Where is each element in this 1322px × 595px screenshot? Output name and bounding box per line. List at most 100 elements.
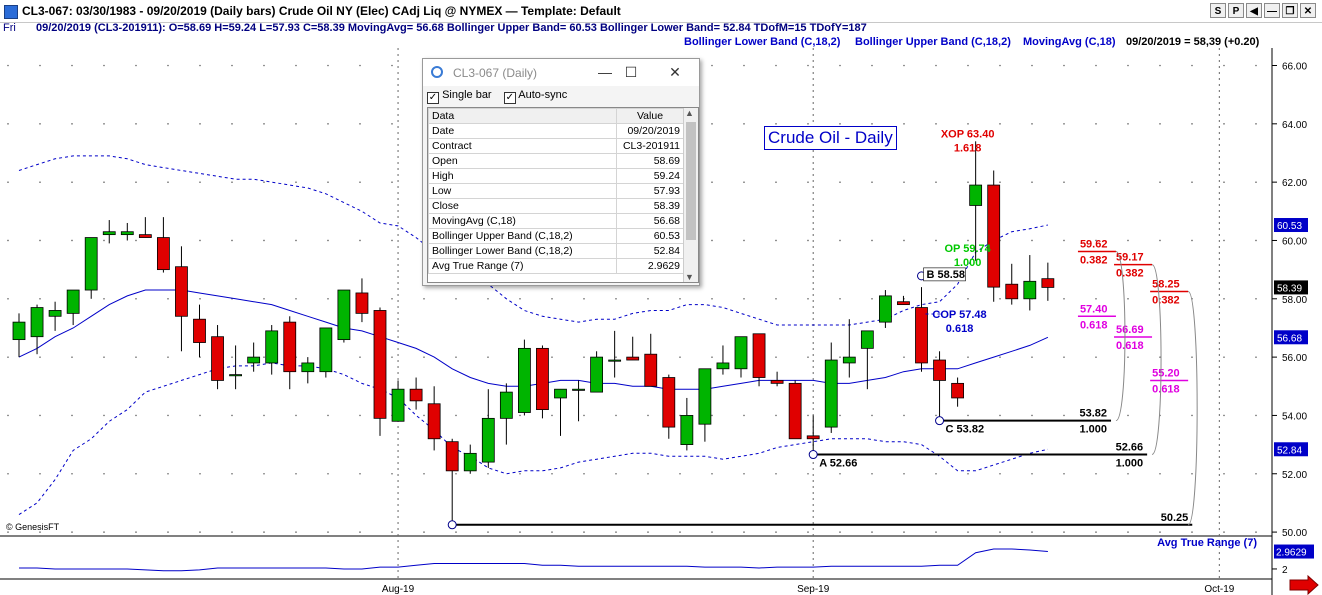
grid-dot xyxy=(711,239,713,242)
grid-dot xyxy=(391,531,393,533)
grid-dot xyxy=(1095,64,1097,67)
grid-dot xyxy=(967,64,969,67)
grid-dot xyxy=(199,123,201,125)
grid-dot xyxy=(1031,472,1033,475)
grid-dot xyxy=(999,181,1001,183)
maximize-button[interactable]: ❐ xyxy=(1282,3,1298,18)
row-key: Date xyxy=(428,123,617,139)
minimize-icon[interactable]: — xyxy=(595,63,615,81)
close-icon[interactable]: ✕ xyxy=(665,63,685,81)
atr-label: Avg True Range (7) xyxy=(1157,537,1257,549)
close-button[interactable]: ✕ xyxy=(1300,3,1316,18)
x-tick-label: Oct-19 xyxy=(1204,584,1234,595)
op-ratio: 1.000 xyxy=(954,257,982,269)
grid-dot xyxy=(743,64,745,67)
auto-sync-checkbox[interactable]: ✓ xyxy=(503,92,516,104)
candle-body xyxy=(481,417,495,463)
row-value: 52.84 xyxy=(616,243,684,259)
candle-body xyxy=(12,321,26,341)
grid-dot xyxy=(839,239,841,242)
grid-dot xyxy=(711,123,713,125)
table-row[interactable]: Date 09/20/2019 xyxy=(428,123,684,139)
atr-tick-label: 2 xyxy=(1282,565,1288,576)
snapshot-button[interactable]: S xyxy=(1210,3,1226,18)
grid-dot xyxy=(455,414,457,417)
scroll-up-icon[interactable]: ▲ xyxy=(685,108,694,118)
candle-body xyxy=(951,382,964,399)
candle-body xyxy=(175,266,188,317)
grid-dot xyxy=(679,531,681,533)
table-row[interactable]: Open 58.69 xyxy=(428,153,684,169)
candle-body xyxy=(860,330,874,349)
candle-body xyxy=(138,234,152,238)
grid-dot xyxy=(775,356,777,358)
table-row[interactable]: High 59.24 xyxy=(428,168,684,184)
grid-dot xyxy=(1031,531,1033,533)
data-window-titlebar[interactable]: CL3-067 (Daily) — ☐ ✕ xyxy=(423,59,699,86)
grid-dot xyxy=(679,356,681,358)
table-row[interactable]: Low 57.93 xyxy=(428,183,684,199)
data-window[interactable]: CL3-067 (Daily) — ☐ ✕ ✓ Single bar ✓ Aut… xyxy=(422,58,700,286)
scroll-down-icon[interactable]: ▼ xyxy=(685,272,694,282)
table-row[interactable]: Bollinger Upper Band (C,18,2) 60.53 xyxy=(428,228,684,244)
maximize-icon[interactable]: ☐ xyxy=(621,63,641,81)
print-button[interactable]: P xyxy=(1228,3,1244,18)
table-row[interactable]: Bollinger Lower Band (C,18,2) 52.84 xyxy=(428,243,684,259)
table-row[interactable]: Contract CL3-201911 xyxy=(428,138,684,154)
grid-dot xyxy=(423,531,425,533)
grid-dot xyxy=(295,531,297,533)
candle-body xyxy=(518,347,531,413)
grid-dot xyxy=(679,297,681,300)
candle-body xyxy=(283,321,297,373)
grid-dot xyxy=(487,531,489,533)
grid-dot xyxy=(615,356,617,358)
grid-dot xyxy=(135,181,137,183)
col-value-header: Value xyxy=(616,108,684,124)
grid-dot xyxy=(1095,297,1097,300)
candle-body xyxy=(409,388,423,402)
data-grid-scrollbar[interactable]: ▲ ▼ xyxy=(683,108,698,282)
grid-dot xyxy=(519,531,521,533)
table-row[interactable]: Close 58.39 xyxy=(428,198,684,214)
row-value: 2.9629 xyxy=(616,258,684,274)
grid-dot xyxy=(1223,181,1225,183)
grid-dot xyxy=(1191,123,1193,125)
minimize-button[interactable]: — xyxy=(1264,3,1280,18)
grid-dot xyxy=(295,297,297,300)
grid-dot xyxy=(839,64,841,67)
grid-dot xyxy=(1255,297,1257,300)
grid-dot xyxy=(839,123,841,125)
grid-dot xyxy=(615,531,617,533)
grid-dot xyxy=(199,239,201,242)
grid-dot xyxy=(999,64,1001,67)
grid-dot xyxy=(1031,123,1033,125)
grid-dot xyxy=(775,414,777,417)
scroll-thumb[interactable] xyxy=(686,122,696,240)
projection-level-label: 58.25 xyxy=(1152,279,1180,291)
grid-dot xyxy=(1095,531,1097,533)
data-grid: Data Value Date 09/20/2019 Contract CL3-201… xyxy=(427,107,699,283)
grid-dot xyxy=(263,123,265,125)
grid-dot xyxy=(775,297,777,300)
grid-dot xyxy=(839,414,841,417)
grid-dot xyxy=(999,123,1001,125)
candle-body xyxy=(499,391,513,419)
grid-dot xyxy=(1127,181,1129,183)
table-row[interactable]: Avg True Range (7) 2.9629 xyxy=(428,258,684,274)
grid-dot xyxy=(903,181,905,183)
grid-dot xyxy=(263,181,265,183)
grid-dot xyxy=(807,356,809,358)
candle-body xyxy=(211,336,224,381)
grid-dot xyxy=(135,64,137,67)
grid-dot xyxy=(935,472,937,475)
candle xyxy=(84,237,98,299)
table-row[interactable]: MovingAvg (C,18) 56.68 xyxy=(428,213,684,229)
grid-dot xyxy=(551,414,553,417)
grid-dot xyxy=(583,531,585,533)
single-bar-checkbox[interactable]: ✓ xyxy=(427,92,439,104)
back-icon[interactable]: ◀ xyxy=(1246,3,1262,18)
grid-dot xyxy=(871,239,873,242)
candle-body xyxy=(229,374,243,377)
grid-dot xyxy=(391,239,393,242)
grid-dot xyxy=(455,356,457,358)
